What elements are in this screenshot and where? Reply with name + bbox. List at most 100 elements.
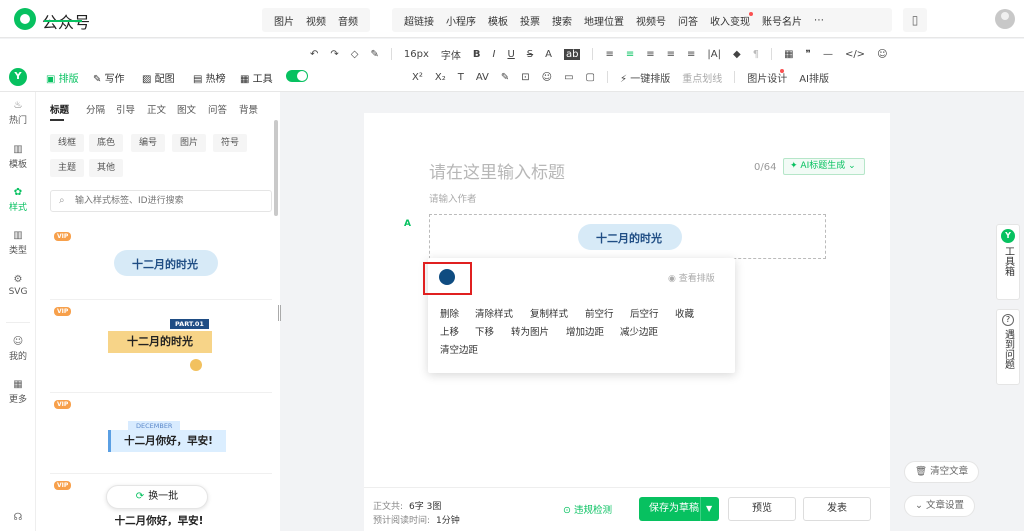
article-settings-button[interactable]: ⌄ 文章设置 xyxy=(904,495,976,517)
rail-mine[interactable]: ☺ 我的 xyxy=(0,336,36,362)
superscript-icon[interactable]: X² xyxy=(412,72,423,83)
emoji-icon[interactable]: ☺ xyxy=(877,49,887,60)
chip-symbol[interactable]: 符号 xyxy=(213,134,248,152)
toolbox-panel[interactable]: Y 工具箱 xyxy=(996,224,1020,300)
more-icon[interactable]: ⋯ xyxy=(808,15,830,26)
menu-location[interactable]: 地理位置 xyxy=(578,13,630,28)
category-guide[interactable]: 引导 xyxy=(116,102,135,116)
rail-more[interactable]: ▦ 更多 xyxy=(0,379,36,405)
chip-theme[interactable]: 主题 xyxy=(50,159,85,177)
block-marker[interactable]: A xyxy=(404,219,411,229)
undo-icon[interactable]: ↶ xyxy=(310,49,318,60)
menu-clear-style[interactable]: 清除样式 xyxy=(475,306,513,320)
violation-check-button[interactable]: ⊙ 违规检测 xyxy=(563,502,612,516)
color-swatch[interactable] xyxy=(439,269,455,285)
style-card[interactable]: VIP 十二月的时光 xyxy=(50,226,272,300)
menu-vote[interactable]: 投票 xyxy=(514,13,546,28)
font-color-icon[interactable]: A xyxy=(545,49,552,60)
ai-title-button[interactable]: ✦ AI标题生成 ⌄ xyxy=(783,158,865,175)
font-size-select[interactable]: 16px xyxy=(404,49,429,60)
style-search-input[interactable] xyxy=(75,194,265,208)
menu-channels[interactable]: 视频号 xyxy=(630,13,672,28)
table-icon[interactable]: ▦ xyxy=(784,49,793,60)
category-body[interactable]: 正文 xyxy=(147,102,166,116)
letter-spacing-icon[interactable]: |A| xyxy=(707,49,721,60)
menu-video[interactable]: 视频 xyxy=(300,13,332,28)
publish-button[interactable]: 发表 xyxy=(803,497,871,521)
author-input[interactable]: 请输入作者 xyxy=(429,191,477,205)
code-icon[interactable]: </> xyxy=(845,49,865,60)
divider-icon[interactable]: — xyxy=(823,49,833,60)
ai-layout-button[interactable]: AI排版 xyxy=(799,70,829,85)
tab-layout[interactable]: ▣ 排版 xyxy=(46,70,79,85)
menu-business-card[interactable]: 账号名片 xyxy=(756,13,808,28)
chip-number[interactable]: 编号 xyxy=(131,134,166,152)
menu-miniprogram[interactable]: 小程序 xyxy=(440,13,482,28)
chip-image[interactable]: 图片 xyxy=(172,134,207,152)
tab-tools[interactable]: ▦ 工具 xyxy=(240,70,273,85)
rail-svg[interactable]: ⚙ SVG xyxy=(0,274,36,297)
fill-icon[interactable]: ◆ xyxy=(733,49,741,60)
panel-scrollbar[interactable] xyxy=(274,120,278,216)
selected-block[interactable]: 十二月的时光 xyxy=(429,214,826,259)
align-left-icon[interactable]: ≡ xyxy=(605,49,613,60)
menu-audio[interactable]: 音频 xyxy=(332,13,364,28)
rail-type[interactable]: ▥ 类型 xyxy=(0,230,36,256)
menu-move-up[interactable]: 上移 xyxy=(440,324,459,338)
menu-move-down[interactable]: 下移 xyxy=(475,324,494,338)
bold-icon[interactable]: B xyxy=(473,49,481,60)
background-color-icon[interactable]: ab xyxy=(563,48,581,60)
chip-fill[interactable]: 底色 xyxy=(89,134,124,152)
plugin-toggle[interactable] xyxy=(286,70,308,82)
pen-icon[interactable]: ✎ xyxy=(501,72,509,83)
format-brush-icon[interactable]: ✎ xyxy=(370,49,378,60)
preview-button[interactable]: 预览 xyxy=(728,497,796,521)
rail-template[interactable]: ▥ 模板 xyxy=(0,144,36,170)
menu-monetize[interactable]: 收入变现 xyxy=(704,11,756,28)
html-block-icon[interactable]: ▭ xyxy=(564,72,573,83)
highlight-underline-button[interactable]: 重点划线 xyxy=(682,70,722,85)
menu-reduce-margin[interactable]: 减少边距 xyxy=(620,324,658,338)
style-card[interactable]: VIP PART.01 十二月的时光 xyxy=(50,301,272,393)
menu-blank-before[interactable]: 前空行 xyxy=(585,306,614,320)
menu-favorite[interactable]: 收藏 xyxy=(675,306,694,320)
align-right-icon[interactable]: ≡ xyxy=(646,49,654,60)
tab-images[interactable]: ▨ 配图 xyxy=(142,70,175,85)
menu-qa[interactable]: 问答 xyxy=(672,13,704,28)
image-insert-icon[interactable]: ⊡ xyxy=(521,72,529,83)
panel-collapse-handle[interactable] xyxy=(278,305,281,321)
strikethrough-icon[interactable]: S xyxy=(527,49,533,60)
one-click-layout-button[interactable]: ⚡ 一键排版 xyxy=(620,70,670,85)
menu-template[interactable]: 模板 xyxy=(482,13,514,28)
redo-icon[interactable]: ↷ xyxy=(330,49,338,60)
image-design-button[interactable]: 图片设计 xyxy=(747,68,787,85)
underline-icon[interactable]: U xyxy=(507,49,514,60)
menu-blank-after[interactable]: 后空行 xyxy=(630,306,659,320)
view-layout-link[interactable]: ◉ 查看排版 xyxy=(668,271,715,284)
rail-support[interactable]: ☊ xyxy=(0,512,36,525)
menu-delete[interactable]: 删除 xyxy=(440,306,459,320)
sticker-icon[interactable]: ☺ xyxy=(542,72,552,83)
tab-hotlist[interactable]: ▤ 热榜 xyxy=(193,70,226,85)
category-qa[interactable]: 问答 xyxy=(208,102,227,116)
justify-icon[interactable]: ≡ xyxy=(667,49,675,60)
style-card[interactable]: VIP DECEMBER 十二月你好，早安! xyxy=(50,394,272,474)
chip-frame[interactable]: 线框 xyxy=(50,134,85,152)
category-title[interactable]: 标题 xyxy=(50,102,69,116)
subscript-icon[interactable]: X₂ xyxy=(435,72,446,83)
rail-hot[interactable]: ♨ 热门 xyxy=(0,100,36,126)
checkbox-icon[interactable]: ▢ xyxy=(586,72,595,83)
chip-other[interactable]: 其他 xyxy=(89,159,124,177)
first-indent-icon[interactable]: T xyxy=(458,72,464,83)
clear-article-button[interactable]: 🗑 清空文章 xyxy=(904,461,980,483)
help-panel[interactable]: ? 遇到问题 xyxy=(996,309,1020,385)
avatar[interactable] xyxy=(995,9,1015,29)
font-family-select[interactable]: 字体 xyxy=(441,47,461,62)
menu-copy-style[interactable]: 复制样式 xyxy=(530,306,568,320)
line-height-icon[interactable]: ≡ xyxy=(687,49,695,60)
menu-to-image[interactable]: 转为图片 xyxy=(511,324,549,338)
italic-icon[interactable]: I xyxy=(493,49,496,60)
style-search[interactable]: ⌕ xyxy=(50,190,272,212)
tab-writing[interactable]: ✎ 写作 xyxy=(93,70,125,85)
eraser-icon[interactable]: ◇ xyxy=(351,49,359,60)
